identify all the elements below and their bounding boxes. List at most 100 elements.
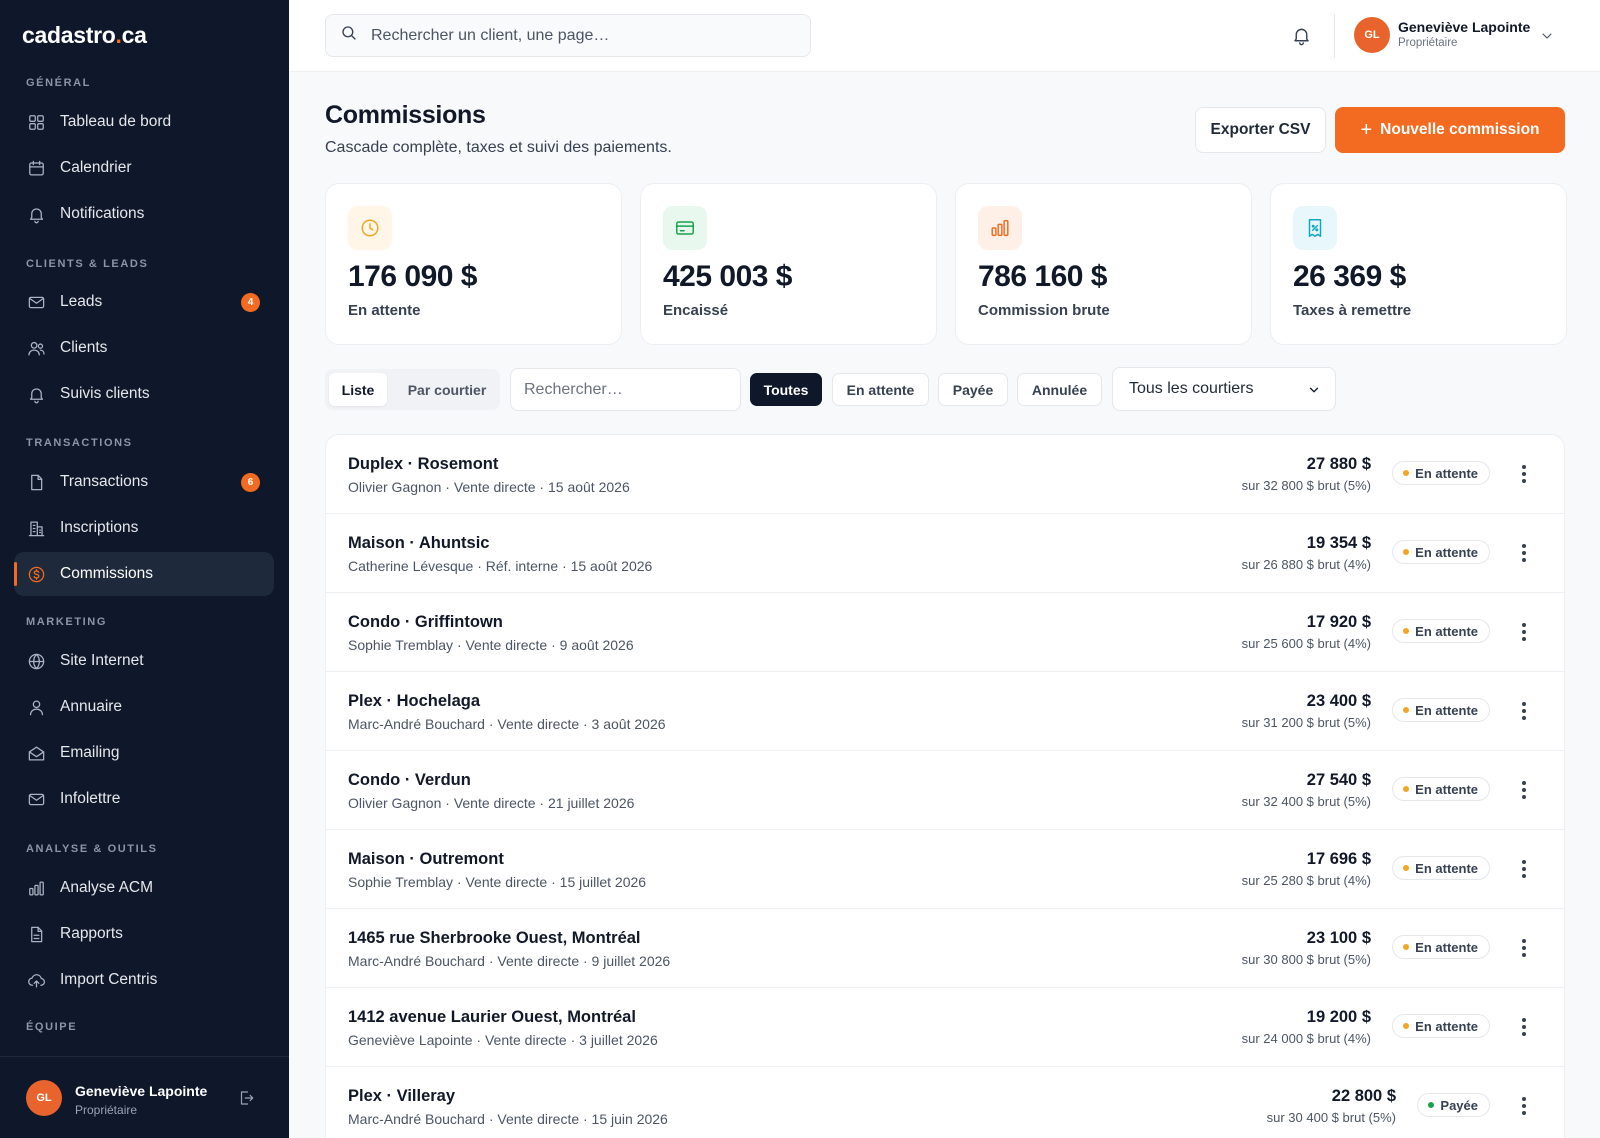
bell-icon [26,204,46,224]
sidebar-item-transactions[interactable]: Transactions 6 [14,460,274,504]
bell-icon[interactable] [1291,25,1313,47]
commission-amount: 27 880 $ [1306,455,1371,473]
leads-count-badge: 4 [241,293,260,312]
stat-label: Taxes à remettre [1293,302,1412,319]
commission-gross: sur 24 000 $ brut (4%) [1241,1031,1371,1046]
chevron-down-icon [1307,383,1321,397]
more-vertical-icon[interactable] [1512,619,1536,645]
status-badge: En attente [1392,935,1490,959]
mail-open-icon [26,743,46,763]
new-commission-button[interactable]: + Nouvelle commission [1335,107,1565,153]
commission-row[interactable]: 1465 rue Sherbrooke Ouest, Montréal Marc… [326,909,1564,988]
filter-chip-toutes[interactable]: Toutes [750,373,822,406]
more-vertical-icon[interactable] [1512,540,1536,566]
sidebar-item-infolettre[interactable]: Infolettre [14,777,274,821]
filter-chip-annulee[interactable]: Annulée [1017,373,1102,406]
chevron-down-icon[interactable] [1539,28,1555,44]
avatar[interactable]: GL [26,1080,62,1116]
more-vertical-icon[interactable] [1512,1093,1536,1119]
sidebar-item-emailing[interactable]: Emailing [14,731,274,775]
commission-row[interactable]: Condo · Verdun Olivier Gagnon · Vente di… [326,751,1564,830]
view-toggle: Liste Par courtier [325,369,500,410]
commission-meta: Sophie Tremblay · Vente directe · 9 août… [348,637,634,653]
receipt-icon [1293,206,1337,250]
document-icon [26,472,46,492]
commission-amount: 23 100 $ [1306,929,1371,947]
sidebar-item-suivis-clients[interactable]: Suivis clients [14,372,274,416]
sidebar-item-tableau-de-bord[interactable]: Tableau de bord [14,100,274,144]
sidebar-item-commissions[interactable]: Commissions [14,552,274,596]
export-csv-button[interactable]: Exporter CSV [1195,107,1326,153]
sidebar-item-site-internet[interactable]: Site Internet [14,639,274,683]
sidebar-item-notifications[interactable]: Notifications [14,192,274,236]
status-dot [1428,1102,1435,1108]
view-list-button[interactable]: Liste [329,373,387,406]
commission-title: Maison · Ahuntsic [348,534,490,552]
section-clients-leads: CLIENTS & LEADS [26,258,149,270]
more-vertical-icon[interactable] [1512,1014,1536,1040]
commission-title: Plex · Villeray [348,1087,456,1105]
search-input[interactable] [371,26,791,45]
commission-row[interactable]: Plex · Villeray Marc-André Bouchard · Ve… [326,1067,1564,1138]
section-general: GÉNÉRAL [26,77,91,89]
page-title: Commissions [325,101,486,129]
commission-amount: 19 354 $ [1306,534,1371,552]
grid-icon [26,112,46,132]
status-dot [1403,470,1410,476]
sidebar-item-inscriptions[interactable]: Inscriptions [14,506,274,550]
commission-row[interactable]: Condo · Griffintown Sophie Tremblay · Ve… [326,593,1564,672]
commission-title: Condo · Griffintown [348,613,503,631]
report-icon [26,924,46,944]
user-role: Propriétaire [1398,37,1458,49]
sidebar-item-label: Transactions [60,473,149,490]
status-label: En attente [1415,1018,1478,1034]
commission-amount: 19 200 $ [1306,1008,1371,1026]
sidebar-item-import-centris[interactable]: Import Centris [14,958,274,1002]
broker-select[interactable]: Tous les courtiers [1112,367,1336,411]
user-name: Geneviève Lapointe [1398,19,1531,35]
commission-title: Duplex · Rosemont [348,455,499,473]
commission-gross: sur 25 600 $ brut (4%) [1241,636,1371,651]
commission-gross: sur 30 800 $ brut (5%) [1241,952,1371,967]
sidebar-item-rapports[interactable]: Rapports [14,912,274,956]
plus-icon: + [1360,119,1373,141]
section-transactions: TRANSACTIONS [26,437,133,449]
commission-list: Duplex · Rosemont Olivier Gagnon · Vente… [325,434,1565,1138]
commission-search-input[interactable] [510,368,741,411]
logout-icon[interactable] [237,1089,255,1107]
sidebar-item-analyse-acm[interactable]: Analyse ACM [14,866,274,910]
filter-chip-en-attente[interactable]: En attente [832,373,929,406]
more-vertical-icon[interactable] [1512,935,1536,961]
commission-row[interactable]: 1412 avenue Laurier Ouest, Montréal Gene… [326,988,1564,1067]
mail-icon [26,292,46,312]
sidebar-item-clients[interactable]: Clients [14,326,274,370]
stat-card-encaisse: 425 003 $ Encaissé [640,183,937,345]
brand-logo[interactable]: cadastro.ca [22,22,147,49]
more-vertical-icon[interactable] [1512,698,1536,724]
stat-value: 786 160 $ [978,260,1107,293]
filter-chip-payee[interactable]: Payée [938,373,1008,406]
sidebar-item-annuaire[interactable]: Annuaire [14,685,274,729]
commission-title: Condo · Verdun [348,771,471,789]
commission-row[interactable]: Duplex · Rosemont Olivier Gagnon · Vente… [326,435,1564,514]
commission-row[interactable]: Maison · Ahuntsic Catherine Lévesque · R… [326,514,1564,593]
section-equipe: ÉQUIPE [26,1021,78,1033]
stat-label: Commission brute [978,302,1110,319]
status-badge: En attente [1392,619,1490,643]
bar-chart-icon [26,878,46,898]
stat-value: 425 003 $ [663,260,792,293]
more-vertical-icon[interactable] [1512,777,1536,803]
sidebar-item-leads[interactable]: Leads 4 [14,280,274,324]
avatar[interactable]: GL [1354,17,1390,53]
view-by-broker-button[interactable]: Par courtier [397,373,497,406]
commission-row[interactable]: Maison · Outremont Sophie Tremblay · Ven… [326,830,1564,909]
global-search[interactable] [325,14,811,57]
commission-row[interactable]: Plex · Hochelaga Marc-André Bouchard · V… [326,672,1564,751]
user-role: Propriétaire [75,1103,138,1117]
more-vertical-icon[interactable] [1512,461,1536,487]
sidebar-item-label: Leads [60,293,103,310]
new-commission-label: Nouvelle commission [1380,121,1540,138]
more-vertical-icon[interactable] [1512,856,1536,882]
sidebar-item-calendrier[interactable]: Calendrier [14,146,274,190]
status-label: Payée [1440,1097,1478,1113]
